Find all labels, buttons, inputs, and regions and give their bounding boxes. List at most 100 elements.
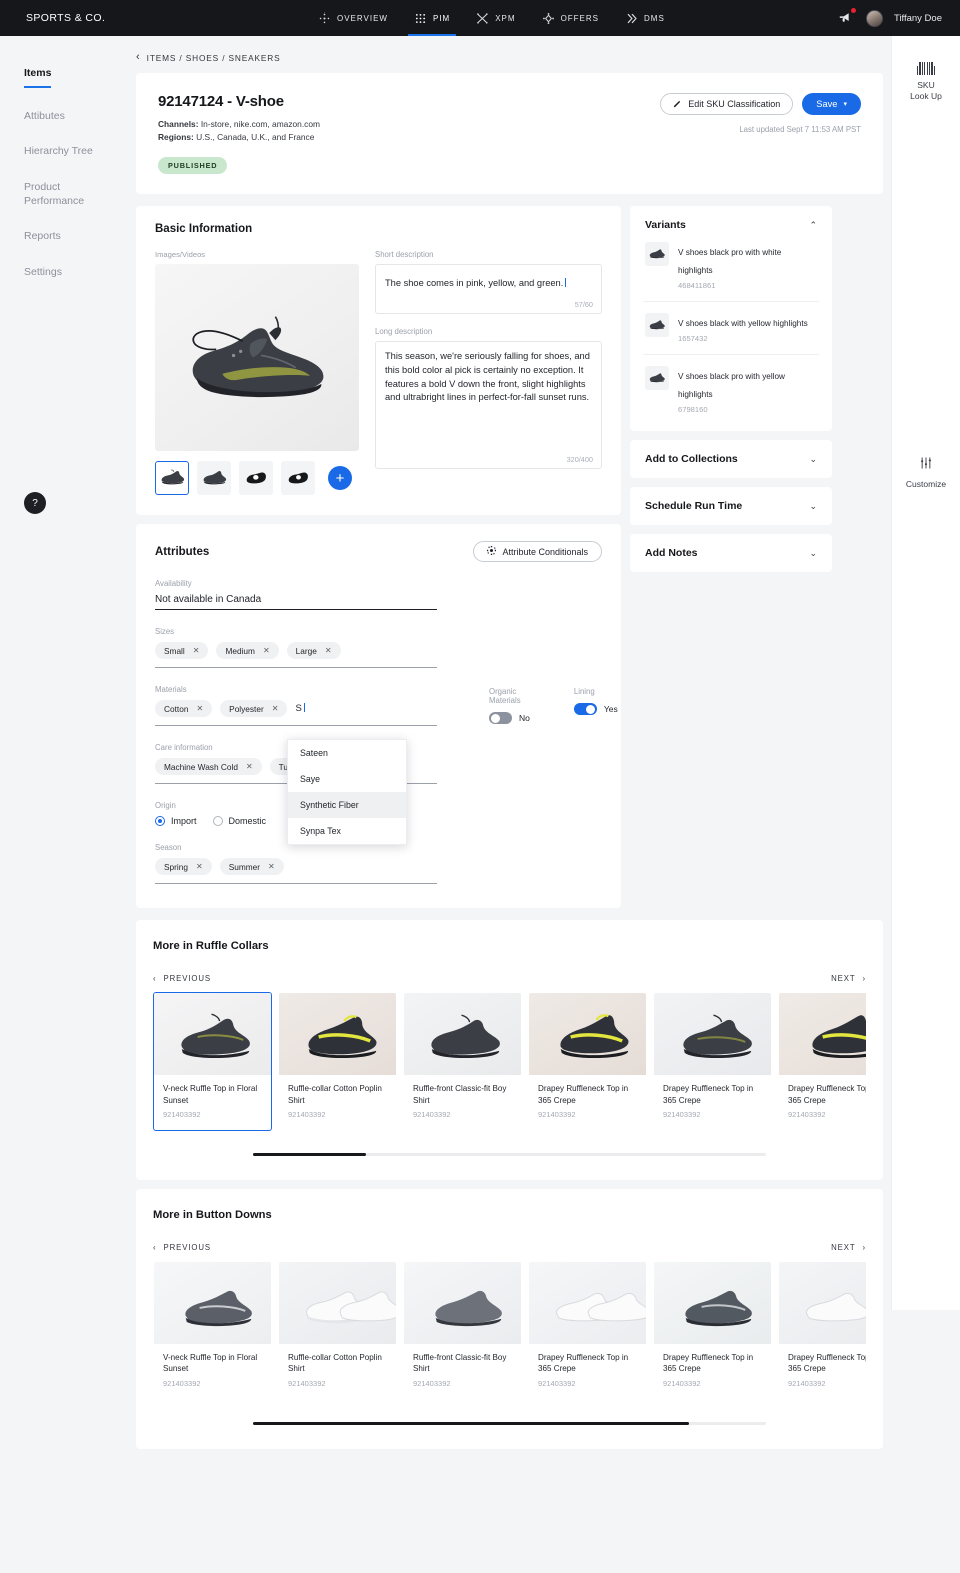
dropdown-option-sateen[interactable]: Sateen bbox=[288, 740, 406, 766]
product-card[interactable]: Drapey Ruffleneck Top in 365 Crepe 921403… bbox=[528, 1261, 647, 1400]
add-image-button[interactable]: + bbox=[328, 466, 352, 491]
close-icon[interactable]: ✕ bbox=[193, 646, 200, 655]
carousel-scrollbar-thumb[interactable] bbox=[253, 1153, 366, 1156]
product-card[interactable]: Drapey Ruffleneck Top in 365 Crepe 921403… bbox=[653, 992, 772, 1131]
product-card[interactable]: V-neck Ruffle Top in Floral Sunset 921403… bbox=[153, 992, 272, 1131]
customize-button[interactable]: Customize bbox=[892, 456, 960, 490]
last-updated-text: Last updated Sept 7 11:53 AM PST bbox=[739, 125, 861, 134]
materials-dropdown[interactable]: Sateen Saye Synthetic Fiber Synpa Tex bbox=[287, 739, 407, 846]
sidebar-item-items[interactable]: Items bbox=[0, 67, 128, 81]
sidebar-item-reports[interactable]: Reports bbox=[0, 230, 128, 244]
short-description-input[interactable]: The shoe comes in pink, yellow, and gree… bbox=[375, 264, 602, 315]
dropdown-option-saye[interactable]: Saye bbox=[288, 766, 406, 792]
carousel-next-label: NEXT bbox=[831, 974, 856, 984]
close-icon[interactable]: ✕ bbox=[268, 862, 275, 871]
carousel-next-button[interactable]: NEXT › bbox=[831, 974, 866, 983]
close-icon[interactable]: ✕ bbox=[196, 704, 203, 713]
edit-sku-classification-button[interactable]: Edit SKU Classification bbox=[660, 93, 794, 115]
user-name[interactable]: Tiffany Doe bbox=[894, 13, 942, 24]
chevron-down-icon[interactable]: ⌄ bbox=[809, 501, 817, 512]
chevron-down-icon[interactable]: ⌄ bbox=[809, 454, 817, 465]
thumbnail-2[interactable] bbox=[197, 461, 231, 496]
add-notes-accordion[interactable]: Add Notes ⌄ bbox=[630, 534, 832, 573]
chevron-down-icon[interactable]: ⌄ bbox=[809, 548, 817, 559]
chip-size-large[interactable]: Large ✕ bbox=[286, 642, 341, 660]
chip-season-summer[interactable]: Summer ✕ bbox=[219, 858, 284, 876]
variant-item[interactable]: V shoes black pro with white highlights 4… bbox=[643, 231, 819, 303]
nav-item-offers[interactable]: OFFERS bbox=[542, 0, 599, 36]
thumbnail-1[interactable] bbox=[155, 461, 189, 496]
variant-item[interactable]: V shoes black with yellow highlights 1657… bbox=[643, 302, 819, 356]
thumbnail-4[interactable] bbox=[281, 461, 315, 496]
long-description-input[interactable]: This season, we're seriously falling for… bbox=[375, 341, 602, 470]
chip-label: Spring bbox=[164, 861, 188, 872]
brand-logo[interactable]: SPORTS & CO. bbox=[26, 12, 105, 24]
product-card[interactable]: Ruffle-front Classic-fit Boy Shirt 921403… bbox=[403, 992, 522, 1131]
nav-item-xpm[interactable]: XPM bbox=[476, 0, 515, 36]
radio-origin-domestic[interactable]: Domestic bbox=[212, 816, 266, 827]
chevron-left-icon[interactable]: ‹ bbox=[136, 52, 140, 63]
carousel-next-button[interactable]: NEXT › bbox=[831, 1243, 866, 1252]
attribute-conditionals-button[interactable]: Attribute Conditionals bbox=[473, 541, 602, 563]
save-label: Save bbox=[816, 99, 838, 109]
help-button[interactable]: ? bbox=[24, 492, 46, 514]
carousel-scrollbar-thumb[interactable] bbox=[253, 1421, 690, 1425]
close-icon[interactable]: ✕ bbox=[325, 646, 332, 655]
nav-item-pim[interactable]: PIM bbox=[407, 0, 457, 36]
close-icon[interactable]: ✕ bbox=[263, 646, 270, 655]
sidebar-item-hierarchy-tree[interactable]: Hierarchy Tree bbox=[0, 145, 128, 159]
nav-item-dms[interactable]: DMS bbox=[625, 0, 665, 36]
hero-product-image[interactable] bbox=[155, 264, 359, 452]
product-card[interactable]: Drapey Ruffleneck Top in 365 Crepe 921403… bbox=[778, 1261, 866, 1400]
product-card[interactable]: Ruffle-collar Cotton Poplin Shirt 9214033… bbox=[278, 1261, 397, 1400]
chevron-up-icon[interactable]: ⌃ bbox=[809, 220, 817, 231]
add-to-collections-accordion[interactable]: Add to Collections ⌄ bbox=[630, 440, 832, 479]
product-card[interactable]: Drapey Ruffleneck Top in 365 Crepe 921403… bbox=[528, 992, 647, 1131]
close-icon[interactable]: ✕ bbox=[196, 862, 203, 871]
product-card[interactable]: Ruffle-collar Cotton Poplin Shirt 9214033… bbox=[278, 992, 397, 1131]
chip-season-spring[interactable]: Spring ✕ bbox=[155, 858, 212, 876]
chip-care-machine-wash-cold[interactable]: Machine Wash Cold ✕ bbox=[155, 758, 262, 776]
carousel-nav: ‹ PREVIOUS NEXT › bbox=[153, 974, 866, 983]
breadcrumb-path[interactable]: ITEMS / SHOES / SNEAKERS bbox=[147, 53, 281, 63]
sidebar-item-product-performance[interactable]: Product Performance bbox=[0, 181, 84, 208]
carousel-button-downs: More in Button Downs ‹ PREVIOUS NEXT › V-n… bbox=[136, 1189, 883, 1449]
carousel-scrollbar[interactable] bbox=[253, 1153, 766, 1156]
variants-header[interactable]: Variants ⌃ bbox=[643, 219, 819, 231]
product-card[interactable]: Ruffle-front Classic-fit Boy Shirt 921403… bbox=[403, 1261, 522, 1400]
lining-toggle[interactable] bbox=[573, 703, 597, 716]
megaphone-icon[interactable] bbox=[837, 8, 856, 27]
chip-label: Summer bbox=[228, 861, 261, 872]
close-icon[interactable]: ✕ bbox=[272, 704, 279, 713]
sku-lookup-button[interactable]: SKU Look Up bbox=[892, 62, 960, 103]
schedule-run-time-accordion[interactable]: Schedule Run Time ⌄ bbox=[630, 487, 832, 526]
chip-material-polyester[interactable]: Polyester ✕ bbox=[220, 700, 288, 718]
media-column: Images/Videos + bbox=[155, 250, 359, 496]
save-button[interactable]: Save ▾ bbox=[802, 93, 861, 115]
sidebar-item-attributes[interactable]: Attibutes bbox=[0, 110, 128, 124]
dropdown-option-synpa-tex[interactable]: Synpa Tex bbox=[288, 818, 406, 844]
chip-size-small[interactable]: Small ✕ bbox=[155, 642, 209, 660]
chip-material-cotton[interactable]: Cotton ✕ bbox=[155, 700, 213, 718]
variant-name: V shoes black pro with white highlights bbox=[678, 248, 782, 276]
product-card[interactable]: V-neck Ruffle Top in Floral Sunset 921403… bbox=[153, 1261, 272, 1400]
breadcrumb: ‹ ITEMS / SHOES / SNEAKERS bbox=[128, 36, 891, 63]
materials-typeahead-input[interactable]: S bbox=[295, 703, 305, 714]
product-card[interactable]: Drapey Ruffleneck Top in 365 Crepe 921403… bbox=[653, 1261, 772, 1400]
nav-item-overview[interactable]: OVERVIEW bbox=[318, 0, 388, 36]
avatar[interactable] bbox=[865, 9, 883, 27]
variant-item[interactable]: V shoes black pro with yellow highlights… bbox=[643, 355, 819, 425]
radio-origin-import[interactable]: Import bbox=[155, 816, 197, 827]
dropdown-option-synthetic-fiber[interactable]: Synthetic Fiber bbox=[288, 792, 406, 819]
availability-input[interactable]: Not available in Canada bbox=[155, 594, 437, 611]
carousel-previous-button[interactable]: ‹ PREVIOUS bbox=[153, 1243, 211, 1252]
close-icon[interactable]: ✕ bbox=[246, 762, 253, 771]
product-card[interactable]: Drapey Ruffleneck Top in 365 Crepe 921403… bbox=[778, 992, 866, 1131]
product-name: Ruffle-collar Cotton Poplin Shirt bbox=[288, 1353, 382, 1374]
sidebar-item-settings[interactable]: Settings bbox=[0, 266, 128, 280]
thumbnail-3[interactable] bbox=[239, 461, 273, 496]
organic-materials-toggle[interactable] bbox=[489, 712, 512, 725]
chip-size-medium[interactable]: Medium ✕ bbox=[216, 642, 279, 660]
carousel-scrollbar[interactable] bbox=[253, 1421, 766, 1425]
carousel-previous-button[interactable]: ‹ PREVIOUS bbox=[153, 974, 211, 983]
